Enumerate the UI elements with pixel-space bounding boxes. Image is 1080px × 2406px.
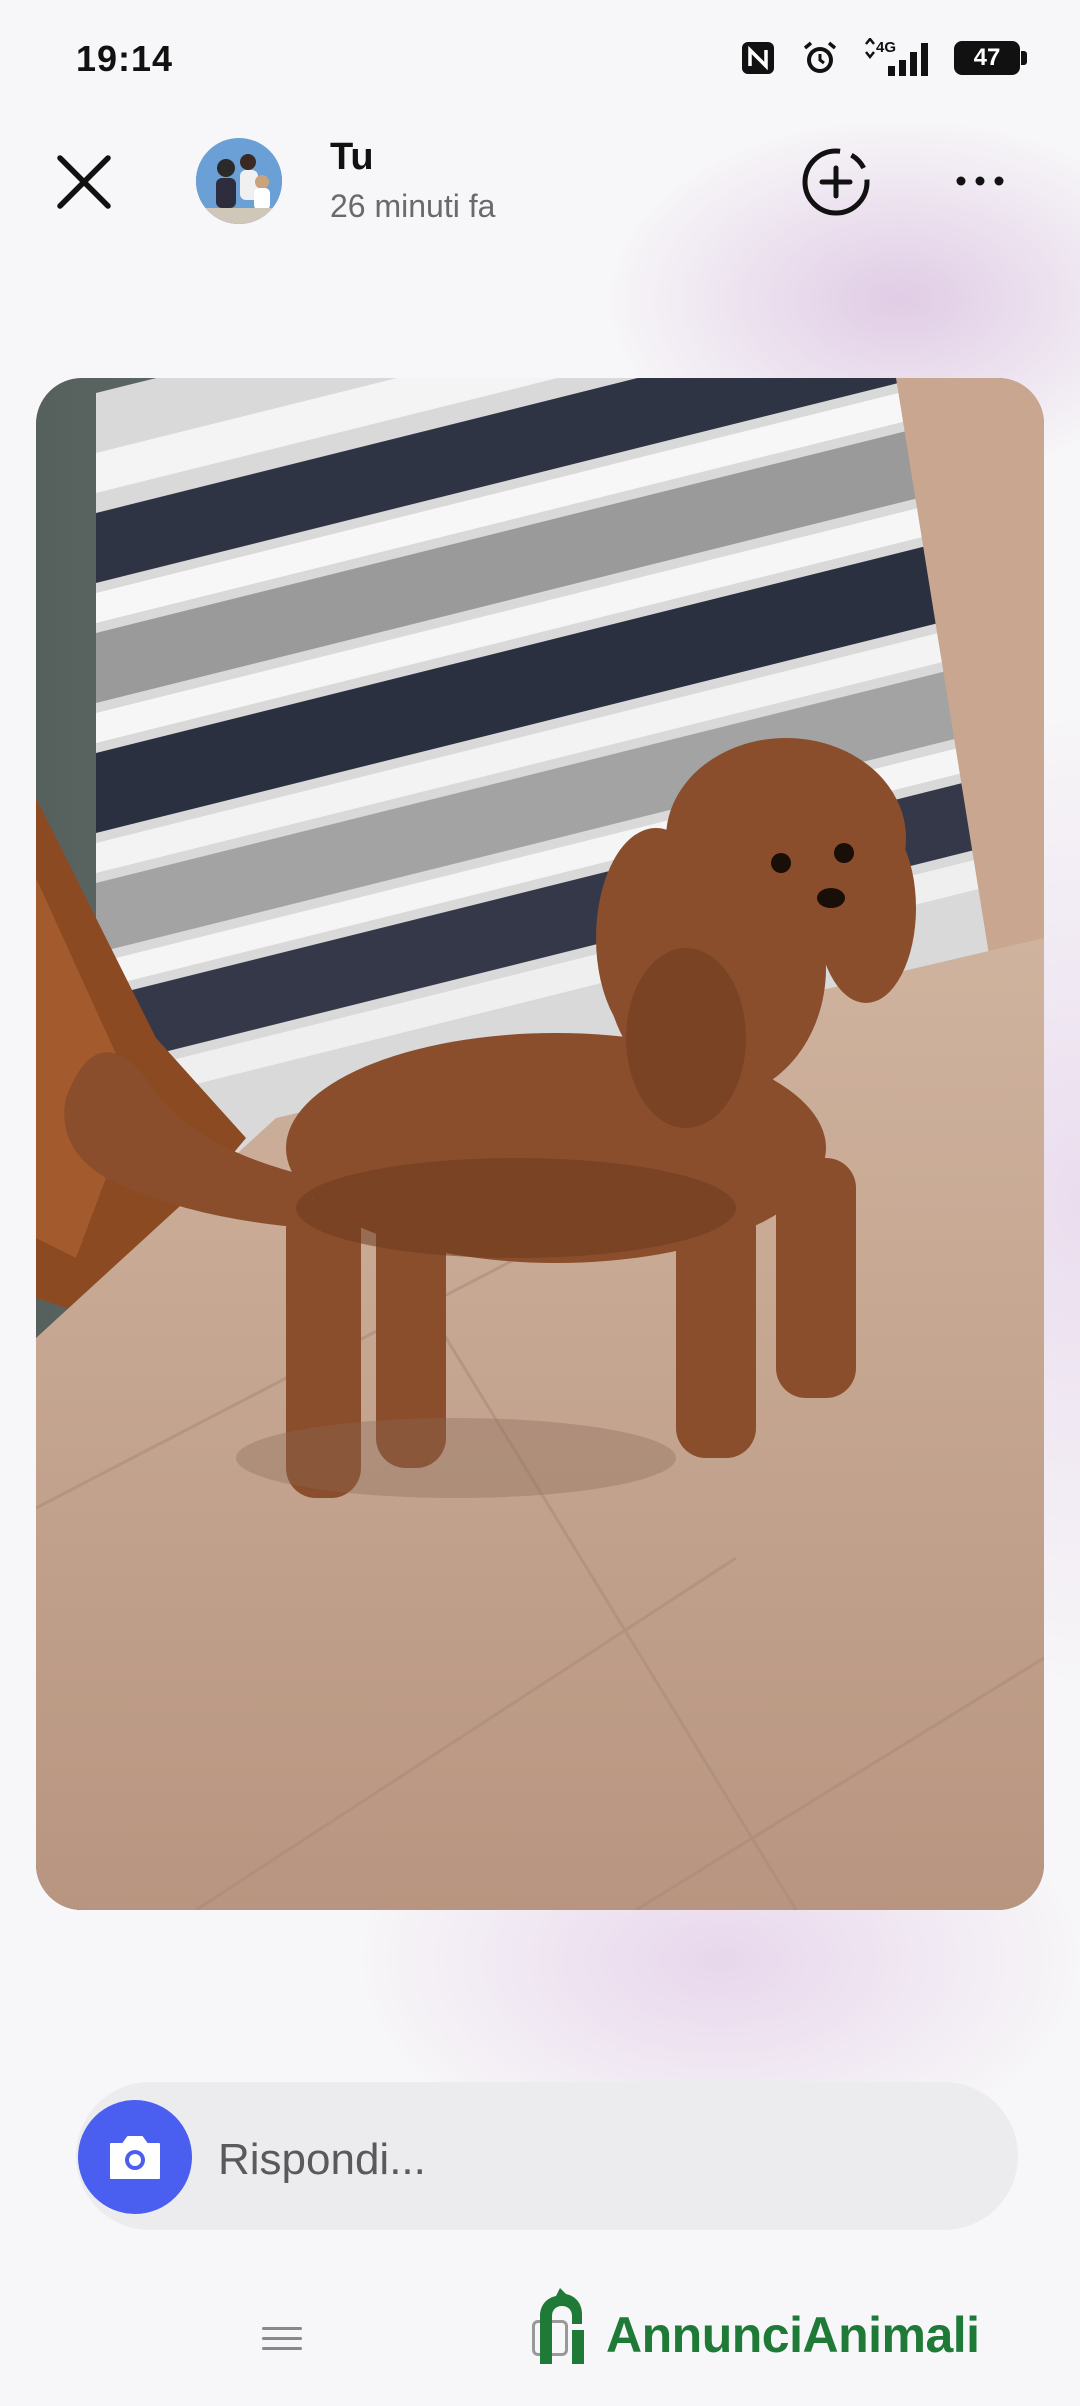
story-timestamp: 26 minuti fa	[330, 188, 496, 224]
battery-icon: 47	[954, 41, 1027, 75]
camera-icon	[110, 2136, 160, 2179]
story-photo[interactable]	[36, 378, 1044, 1910]
camera-button[interactable]	[78, 2100, 192, 2214]
status-bar: 19:14 4G 47	[0, 0, 1080, 120]
status-time: 19:14	[76, 38, 174, 79]
add-story-icon	[802, 148, 870, 216]
close-button[interactable]	[48, 146, 120, 218]
status-icons: 4G 47	[738, 38, 1027, 78]
avatar[interactable]	[196, 138, 282, 224]
watermark-text: AnnunciAnimali	[606, 2307, 980, 2363]
more-options-button[interactable]	[950, 156, 1010, 206]
watermark-logo-icon	[540, 2288, 584, 2364]
story-author-name[interactable]: Tu	[330, 136, 374, 179]
nfc-icon	[738, 38, 778, 78]
battery-level: 47	[973, 44, 1001, 71]
poodle-photo-image	[36, 378, 1044, 1910]
add-story-button[interactable]	[800, 146, 872, 218]
alarm-icon	[800, 38, 840, 78]
avatar-image	[196, 138, 282, 224]
network-type: 4G	[876, 39, 896, 56]
reply-input[interactable]	[216, 2124, 980, 2196]
signal-icon: 4G	[862, 38, 932, 78]
more-icon	[956, 176, 1004, 186]
nav-menu-icon[interactable]	[262, 2320, 302, 2360]
watermark: AnnunciAnimali	[532, 2286, 980, 2366]
close-icon	[57, 155, 111, 209]
